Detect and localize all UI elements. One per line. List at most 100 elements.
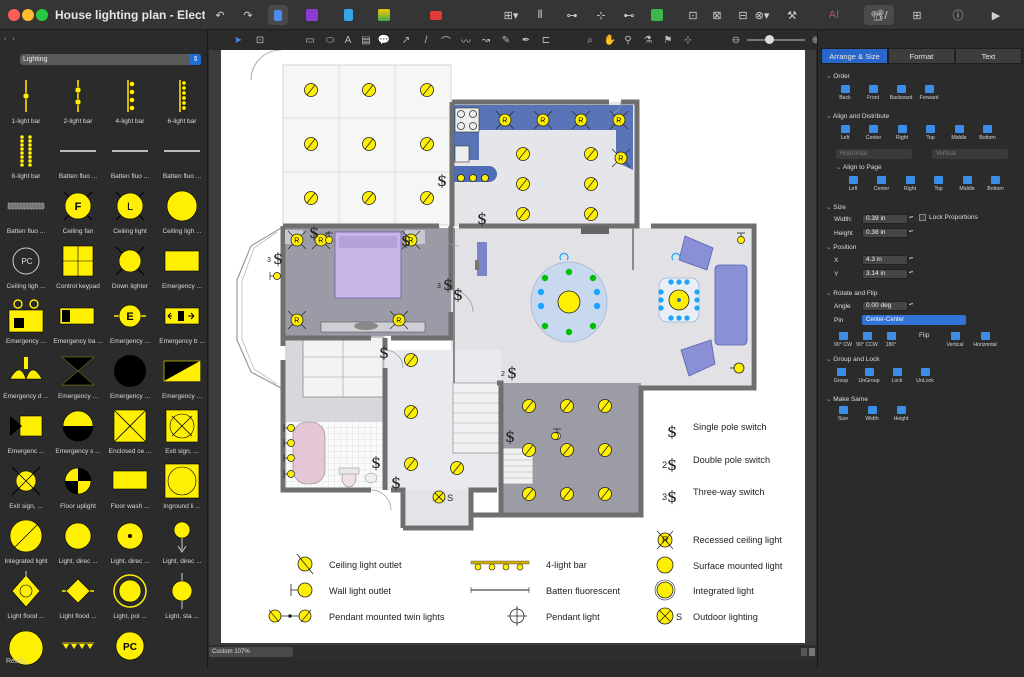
ceiling-light-outlet-icon[interactable] <box>522 443 536 457</box>
ceiling-light-outlet-icon[interactable] <box>404 405 418 419</box>
section-make-same-title[interactable]: Make Same <box>826 395 868 403</box>
rectangle-tool-icon[interactable]: ▭ <box>303 33 317 47</box>
library-item[interactable]: Integrated light <box>0 512 52 567</box>
ceiling-light-outlet-icon[interactable] <box>598 487 612 501</box>
note-tool-icon[interactable]: ▤ <box>359 33 373 47</box>
polyline-tool-icon[interactable]: ✎ <box>499 33 513 47</box>
connector-tool-icon[interactable]: ↝ <box>479 33 493 47</box>
switch-icon[interactable]: $ <box>477 209 487 228</box>
surface-light-icon[interactable] <box>469 174 477 182</box>
ceiling-light-outlet-icon[interactable] <box>560 443 574 457</box>
library-item[interactable]: Emergency ba ... <box>52 292 104 347</box>
wall-light-icon[interactable] <box>269 272 281 280</box>
library-item[interactable]: Batten fluo ... <box>156 127 208 182</box>
maximize-window-button[interactable] <box>36 9 48 21</box>
align-page-center-button[interactable]: Center <box>867 176 897 192</box>
library-item[interactable]: Floor uplight <box>52 457 104 512</box>
minimize-window-button[interactable] <box>22 9 34 21</box>
ceiling-light-outlet-icon[interactable] <box>522 487 536 501</box>
align-page-middle-button[interactable]: Middle <box>952 176 982 192</box>
library-item[interactable]: Ceiling ligh ... <box>156 182 208 237</box>
recessed-light-icon[interactable]: R <box>609 110 629 130</box>
align-top-button[interactable]: Top <box>916 125 946 141</box>
ceiling-light-outlet-icon[interactable] <box>598 399 612 413</box>
library-item[interactable]: Emergency ... <box>0 292 52 347</box>
order-backward-button[interactable]: Backward <box>886 85 916 101</box>
arrange-icon[interactable]: ⫴ <box>532 5 548 25</box>
library-item[interactable]: Light, pol ... <box>104 567 156 622</box>
library-item[interactable]: Exit sign, ... <box>0 457 52 512</box>
folder-icon[interactable] <box>428 5 444 25</box>
switch-icon[interactable]: $ <box>437 171 447 190</box>
smart-connectors-icon[interactable]: ⊞▾ <box>498 5 524 25</box>
align-page-left-button[interactable]: Left <box>838 176 868 192</box>
order-front-button[interactable]: Front <box>858 85 888 101</box>
library-item[interactable]: Batten fluo ... <box>0 182 52 237</box>
library-item[interactable]: Light flood ... <box>0 567 52 622</box>
library-item[interactable]: Emergency ... <box>104 347 156 402</box>
drawing-sheet[interactable]: RRRRRRRRRR $$$$$$$2$$$3$$3 S <box>221 50 805 643</box>
switch-icon[interactable]: $ <box>401 231 411 250</box>
make-same-height-button[interactable]: Height <box>886 406 916 422</box>
tab-format[interactable]: Format <box>888 48 955 64</box>
width-stepper[interactable]: ▴▾ <box>908 214 914 224</box>
pages-icon[interactable] <box>340 5 356 25</box>
x-stepper[interactable]: ▴▾ <box>908 255 914 265</box>
library-item[interactable]: 6-light bar <box>156 72 208 127</box>
group-ungroup-button[interactable]: UnGroup <box>854 368 884 384</box>
tab-text[interactable]: Text <box>955 48 1022 64</box>
section-order-title[interactable]: Order <box>826 72 850 80</box>
line-tool-icon[interactable]: ↗ <box>399 33 413 47</box>
surface-light-icon[interactable] <box>481 174 489 182</box>
ceiling-light-outlet-icon[interactable] <box>450 461 464 475</box>
library-item[interactable]: Emergenc ... <box>0 402 52 457</box>
pan-hand-icon[interactable]: ✋ <box>603 33 617 47</box>
library-item[interactable]: Emergency b ... <box>156 292 208 347</box>
library-item[interactable]: Inground li ... <box>156 457 208 512</box>
ceiling-light-outlet-icon[interactable] <box>404 353 418 367</box>
layers-icon[interactable] <box>376 5 392 25</box>
y-stepper[interactable]: ▴▾ <box>908 269 914 279</box>
library-item[interactable]: Down lighter <box>104 237 156 292</box>
page-prev-icon[interactable] <box>801 648 807 656</box>
search-icon[interactable]: ⌕ <box>583 33 597 47</box>
lock-proportions-checkbox[interactable] <box>919 214 926 221</box>
ceiling-light-outlet-icon[interactable] <box>304 137 318 151</box>
height-input[interactable]: 0.38 in <box>862 228 908 238</box>
zoom-slider[interactable] <box>747 35 805 44</box>
library-item[interactable]: Emergency ... <box>52 347 104 402</box>
snapshot-icon[interactable]: ⊞ <box>908 5 926 25</box>
ceiling-light-outlet-icon[interactable] <box>560 399 574 413</box>
tools-icon[interactable]: ⚒ <box>784 5 800 25</box>
ceiling-light-outlet-icon[interactable] <box>584 207 598 221</box>
pin-select[interactable]: Center-Center <box>862 315 966 325</box>
crop-icon[interactable]: ⊹ <box>681 33 695 47</box>
library-item[interactable]: F Ceiling fan <box>52 182 104 237</box>
straight-line-icon[interactable]: / <box>419 33 433 47</box>
ceiling-light-outlet-icon[interactable] <box>598 443 612 457</box>
ceiling-light-outlet-icon[interactable] <box>420 137 434 151</box>
canvas-area[interactable]: RRRRRRRRRR $$$$$$$2$$$3$$3 S <box>209 50 816 645</box>
library-item[interactable]: PC Ceiling ligh ... <box>0 237 52 292</box>
library-item[interactable]: Batten fluo ... <box>52 127 104 182</box>
switch-icon[interactable]: $ <box>371 453 381 472</box>
flip-vertical-button[interactable]: Vertical <box>940 332 970 348</box>
ceiling-light-outlet-icon[interactable] <box>516 207 530 221</box>
library-item[interactable]: Emergency s ... <box>52 402 104 457</box>
switch-icon[interactable]: $ <box>273 249 283 268</box>
play-icon[interactable]: ▶ <box>988 5 1004 25</box>
flip-horizontal-button[interactable]: Horizontal <box>970 332 1000 348</box>
section-position-title[interactable]: Position <box>826 243 856 251</box>
rotate-180-button[interactable]: 180° <box>876 332 906 348</box>
ceiling-light-outlet-icon[interactable] <box>516 177 530 191</box>
align-middle-button[interactable]: Middle <box>944 125 974 141</box>
ceiling-light-outlet-icon[interactable] <box>404 457 418 471</box>
group-icon[interactable] <box>648 5 666 25</box>
callout-tool-icon[interactable]: 💬 <box>377 33 391 47</box>
forward-icon[interactable]: › <box>12 34 15 43</box>
pen-tool-icon[interactable]: ✒ <box>519 33 533 47</box>
library-item[interactable]: 4-light bar <box>104 72 156 127</box>
pointer-tool-icon[interactable]: ➤ <box>231 33 245 47</box>
ceiling-light-outlet-icon[interactable] <box>516 147 530 161</box>
align-left-button[interactable]: Left <box>830 125 860 141</box>
